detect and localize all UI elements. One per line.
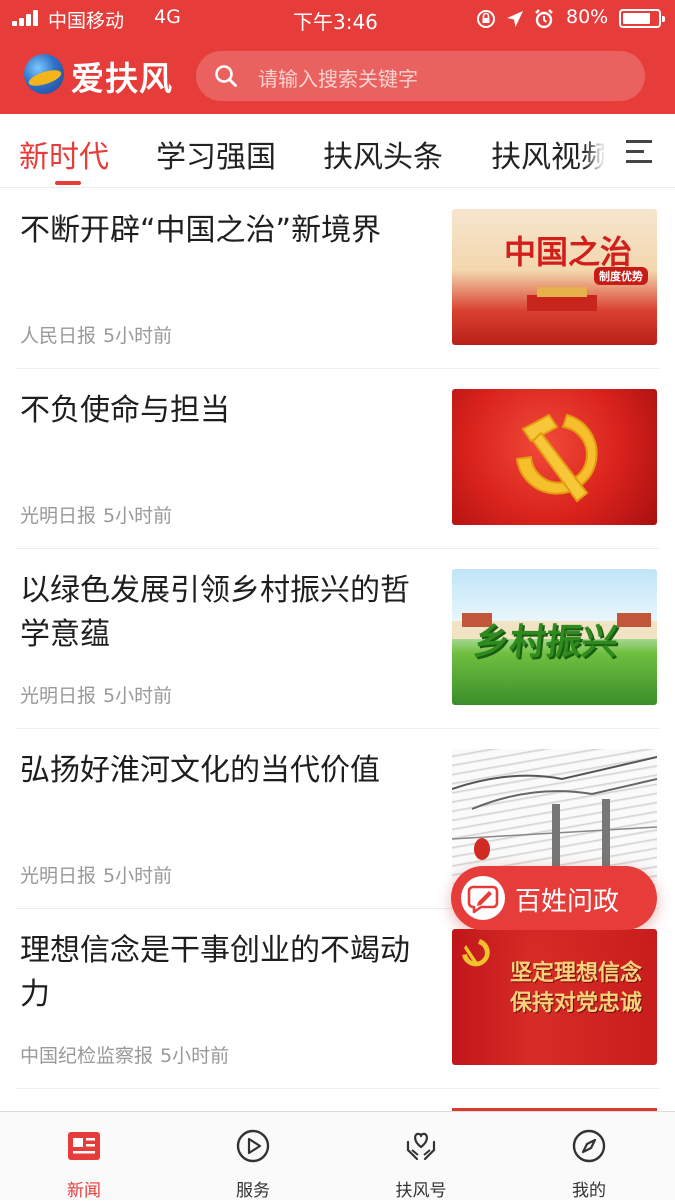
news-thumbnail: 中国之治 制度优势 xyxy=(452,209,657,345)
play-circle-icon xyxy=(236,1129,270,1163)
news-item[interactable]: 理想信念是干事创业的不竭动力 中国纪检监察报 5小时前 坚定理想信念 保持对党忠诚 xyxy=(0,909,675,1089)
news-meta: 光明日报 5小时前 xyxy=(20,861,172,888)
news-thumbnail xyxy=(452,389,657,525)
thumbnail-text-line-2: 保持对党忠诚 xyxy=(510,991,643,1016)
news-title: 不负使命与担当 xyxy=(20,393,230,428)
tab-fufeng-account-label: 扶风号 xyxy=(395,1181,447,1201)
news-title: 不断开辟“中国之治”新境界 xyxy=(20,213,382,248)
tab-me-label: 我的 xyxy=(572,1181,606,1201)
news-item[interactable]: 不负使命与担当 光明日报 5小时前 xyxy=(0,369,675,549)
news-item[interactable]: 不断开辟“中国之治”新境界 人民日报 5小时前 中国之治 制度优势 xyxy=(0,189,675,369)
news-source: 人民日报 xyxy=(20,325,97,347)
search-icon xyxy=(215,65,237,87)
tab-news-label: 新闻 xyxy=(67,1181,101,1201)
news-title: 理想信念是干事创业的不竭动力 xyxy=(20,933,410,1012)
tab-fufeng-headlines[interactable]: 扶风头条 xyxy=(323,132,443,176)
tab-me[interactable]: 我的 xyxy=(529,1112,649,1201)
search-input[interactable]: 请输入搜索关键字 xyxy=(196,51,645,101)
bottom-tab-bar: 新闻 服务 扶风号 我的 xyxy=(0,1111,675,1201)
news-thumbnail xyxy=(452,749,657,885)
carrier-name: 中国移动 xyxy=(48,10,125,32)
thumbnail-subtext: 制度优势 xyxy=(594,267,648,285)
news-source: 中国纪检监察报 xyxy=(20,1045,154,1067)
thumbnail-text: 乡村振兴 xyxy=(471,622,620,663)
edit-chat-icon xyxy=(461,876,505,920)
thumbnail-text-line-1: 坚定理想信念 xyxy=(510,961,643,986)
app-logo-icon xyxy=(24,54,64,94)
news-meta: 光明日报 5小时前 xyxy=(20,501,172,528)
tab-fufeng-account[interactable]: 扶风号 xyxy=(361,1112,481,1201)
news-source: 光明日报 xyxy=(20,865,97,887)
citizen-inquiry-button[interactable]: 百姓问政 xyxy=(451,866,657,930)
app-header: 中国移动 4G 下午3:46 80% 爱扶风 请输入搜索关键字 xyxy=(0,0,675,114)
news-thumbnail: 坚定理想信念 保持对党忠诚 xyxy=(452,929,657,1065)
battery-percent: 80% xyxy=(566,6,609,28)
news-meta: 人民日报 5小时前 xyxy=(20,321,172,348)
network-type: 4G xyxy=(154,6,181,28)
hammer-sickle-icon xyxy=(515,413,598,503)
news-time: 5小时前 xyxy=(160,1045,230,1067)
heart-hands-icon xyxy=(406,1132,436,1161)
news-source: 光明日报 xyxy=(20,505,97,527)
tab-study[interactable]: 学习强国 xyxy=(156,132,276,176)
tab-new-era[interactable]: 新时代 xyxy=(19,132,109,176)
tab-news[interactable]: 新闻 xyxy=(24,1112,144,1201)
divider xyxy=(16,1088,659,1089)
news-meta: 光明日报 5小时前 xyxy=(20,681,172,708)
app-name: 爱扶风 xyxy=(71,59,173,98)
menu-icon[interactable] xyxy=(604,114,675,187)
citizen-inquiry-label: 百姓问政 xyxy=(515,887,620,917)
rotation-lock-icon xyxy=(477,10,495,28)
news-icon xyxy=(68,1132,100,1160)
news-time: 5小时前 xyxy=(103,865,173,887)
tab-fufeng-video[interactable]: 扶风视频 xyxy=(491,132,611,176)
signal-icon xyxy=(12,10,42,26)
tab-services-label: 服务 xyxy=(236,1181,270,1201)
news-item[interactable]: 以绿色发展引领乡村振兴的哲学意蕴 光明日报 5小时前 乡村振兴 xyxy=(0,549,675,729)
news-meta: 中国纪检监察报 5小时前 xyxy=(20,1041,229,1068)
news-title: 以绿色发展引领乡村振兴的哲学意蕴 xyxy=(20,573,410,652)
status-bar: 中国移动 4G 下午3:46 80% xyxy=(0,0,675,38)
news-thumbnail: 乡村振兴 xyxy=(452,569,657,705)
news-time: 5小时前 xyxy=(103,325,173,347)
battery-icon xyxy=(619,9,665,28)
alarm-icon xyxy=(535,9,553,29)
active-tab-indicator xyxy=(55,181,81,185)
party-emblem-icon xyxy=(462,939,490,967)
news-title: 弘扬好淮河文化的当代价值 xyxy=(20,753,380,788)
news-source: 光明日报 xyxy=(20,685,97,707)
compass-icon xyxy=(572,1129,606,1163)
channel-tabs: 新时代 学习强国 扶风头条 扶风视频 xyxy=(0,114,675,188)
status-time: 下午3:46 xyxy=(293,10,378,34)
tab-services[interactable]: 服务 xyxy=(193,1112,313,1201)
news-time: 5小时前 xyxy=(103,505,173,527)
pavilion-sketch xyxy=(452,756,657,874)
news-time: 5小时前 xyxy=(103,685,173,707)
search-placeholder: 请输入搜索关键字 xyxy=(258,67,418,91)
location-icon xyxy=(507,11,523,27)
